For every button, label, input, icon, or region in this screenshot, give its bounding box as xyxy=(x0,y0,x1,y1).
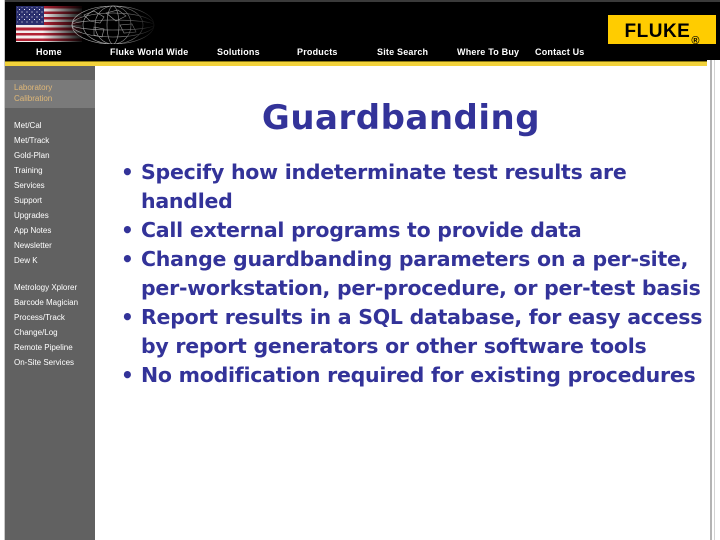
nav-item-contact-us[interactable]: Contact Us xyxy=(535,47,585,57)
sidebar-active-line2: Calibration xyxy=(14,94,53,103)
main-nav: Home Fluke World Wide Solutions Products Sit… xyxy=(4,44,720,61)
nav-item-site-search[interactable]: Site Search xyxy=(377,47,428,57)
bullet-text: Change guardbanding parameters on a per-… xyxy=(141,247,701,300)
site-sidebar: Laboratory Calibration Met/Cal Met/Track Go… xyxy=(5,66,95,540)
bullet-item: • Specify how indeterminate test results … xyxy=(105,158,705,216)
sidebar-item-laboratory-calibration[interactable]: Laboratory Calibration xyxy=(5,80,95,108)
sidebar-item-newsletter[interactable]: Newsletter xyxy=(14,241,52,250)
sidebar-item-dew-k[interactable]: Dew K xyxy=(14,256,38,265)
sidebar-item-remote-pipeline[interactable]: Remote Pipeline xyxy=(14,343,73,352)
sidebar-item-services[interactable]: Services xyxy=(14,181,45,190)
bullet-marker-icon: • xyxy=(121,305,134,329)
bullet-list: • Specify how indeterminate test results … xyxy=(105,158,705,390)
bullet-text: Call external programs to provide data xyxy=(141,218,582,242)
bullet-marker-icon: • xyxy=(121,247,134,271)
nav-item-where-to-buy[interactable]: Where To Buy xyxy=(457,47,519,57)
site-header: FLUKE ® Home Fluke World Wide Solutions Pro… xyxy=(4,0,720,61)
sidebar-item-training[interactable]: Training xyxy=(14,166,43,175)
bullet-text: Report results in a SQL database, for ea… xyxy=(141,305,703,358)
sidebar-item-support[interactable]: Support xyxy=(14,196,42,205)
sidebar-item-on-site-services[interactable]: On-Site Services xyxy=(14,358,74,367)
sidebar-item-upgrades[interactable]: Upgrades xyxy=(14,211,49,220)
sidebar-item-process-track[interactable]: Process/Track xyxy=(14,313,65,322)
page-title: Guardbanding xyxy=(261,98,541,138)
fluke-logo-text: FLUKE xyxy=(624,20,691,42)
slide-page: Laboratory Calibration Met/Cal Met/Track Go… xyxy=(0,0,720,540)
header-top-edge xyxy=(4,0,720,2)
page-left-gutter xyxy=(0,0,5,540)
nav-item-home[interactable]: Home xyxy=(36,47,62,57)
sidebar-item-met-cal[interactable]: Met/Cal xyxy=(14,121,42,130)
sidebar-item-met-track[interactable]: Met/Track xyxy=(14,136,49,145)
wireframe-globe-icon xyxy=(70,5,156,44)
sidebar-item-barcode-magician[interactable]: Barcode Magician xyxy=(14,298,78,307)
header-yellow-rule xyxy=(4,61,720,66)
page-scrollbar[interactable] xyxy=(707,60,720,540)
bullet-item: • No modification required for existing p… xyxy=(105,361,705,390)
sidebar-item-change-log[interactable]: Change/Log xyxy=(14,328,58,337)
slide-content: Guardbanding • Specify how indeterminate … xyxy=(95,66,707,540)
bullet-marker-icon: • xyxy=(121,218,134,242)
sidebar-item-gold-plan[interactable]: Gold-Plan xyxy=(14,151,50,160)
bullet-item: • Call external programs to provide data xyxy=(105,216,705,245)
bullet-marker-icon: • xyxy=(121,160,134,184)
bullet-text: No modification required for existing pr… xyxy=(141,363,696,387)
bullet-text: Specify how indeterminate test results a… xyxy=(141,160,627,213)
bullet-item: • Change guardbanding parameters on a per… xyxy=(105,245,705,303)
bullet-marker-icon: • xyxy=(121,363,134,387)
sidebar-active-label: Laboratory Calibration xyxy=(14,82,52,104)
sidebar-item-metrology-xplorer[interactable]: Metrology Xplorer xyxy=(14,283,77,292)
sidebar-item-app-notes[interactable]: App Notes xyxy=(14,226,51,235)
nav-item-solutions[interactable]: Solutions xyxy=(217,47,260,57)
banner-graphic xyxy=(8,4,160,44)
nav-item-products[interactable]: Products xyxy=(297,47,338,57)
bullet-item: • Report results in a SQL database, for e… xyxy=(105,303,705,361)
nav-item-fluke-world-wide[interactable]: Fluke World Wide xyxy=(110,47,188,57)
sidebar-active-line1: Laboratory xyxy=(14,83,53,92)
